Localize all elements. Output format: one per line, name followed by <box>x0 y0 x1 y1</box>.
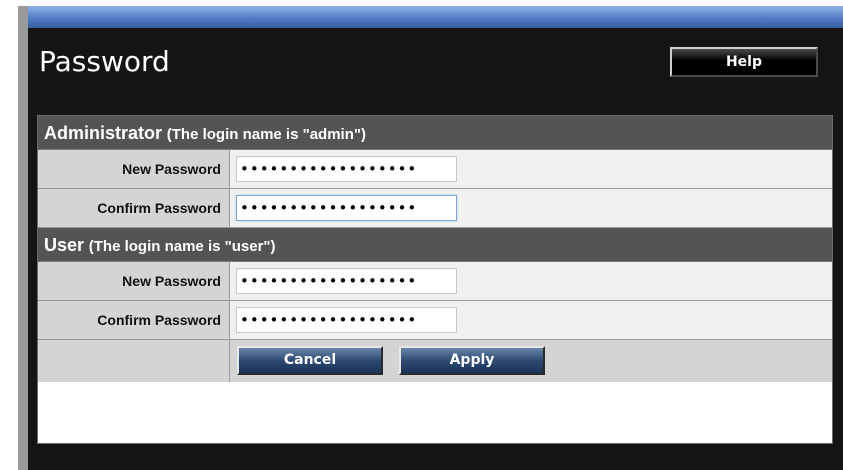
admin-new-password-input[interactable] <box>236 156 457 182</box>
password-form: Administrator (The login name is "admin"… <box>37 115 833 444</box>
admin-confirm-password-input[interactable] <box>236 195 457 221</box>
administrator-login-note: (The login name is "admin") <box>166 126 366 143</box>
action-row: Cancel Apply <box>38 340 832 382</box>
admin-confirm-password-row: Confirm Password <box>38 189 832 228</box>
user-confirm-password-input[interactable] <box>236 307 457 333</box>
user-login-note: (The login name is "user") <box>88 238 276 255</box>
window-frame: Password Help Administrator (The login n… <box>18 6 843 470</box>
password-panel: Password Help Administrator (The login n… <box>28 6 843 470</box>
administrator-section-header: Administrator (The login name is "admin"… <box>38 116 832 150</box>
action-row-buttons: Cancel Apply <box>230 340 832 382</box>
admin-new-password-row: New Password <box>38 150 832 189</box>
admin-confirm-password-label: Confirm Password <box>38 189 230 227</box>
user-confirm-password-row: Confirm Password <box>38 301 832 340</box>
user-section-header: User (The login name is "user") <box>38 228 832 262</box>
user-new-password-label: New Password <box>38 262 230 300</box>
action-row-spacer <box>38 340 230 382</box>
user-new-password-cell <box>230 262 832 300</box>
administrator-heading: Administrator <box>44 123 163 143</box>
page-title: Password <box>39 45 170 78</box>
admin-new-password-cell <box>230 150 832 188</box>
admin-confirm-password-cell <box>230 189 832 227</box>
user-new-password-row: New Password <box>38 262 832 301</box>
help-button[interactable]: Help <box>670 47 818 77</box>
apply-button[interactable]: Apply <box>399 346 545 375</box>
user-new-password-input[interactable] <box>236 268 457 294</box>
user-confirm-password-cell <box>230 301 832 339</box>
user-heading: User <box>44 235 85 255</box>
admin-new-password-label: New Password <box>38 150 230 188</box>
cancel-button[interactable]: Cancel <box>237 346 383 375</box>
top-accent-bar <box>28 6 843 28</box>
user-confirm-password-label: Confirm Password <box>38 301 230 339</box>
